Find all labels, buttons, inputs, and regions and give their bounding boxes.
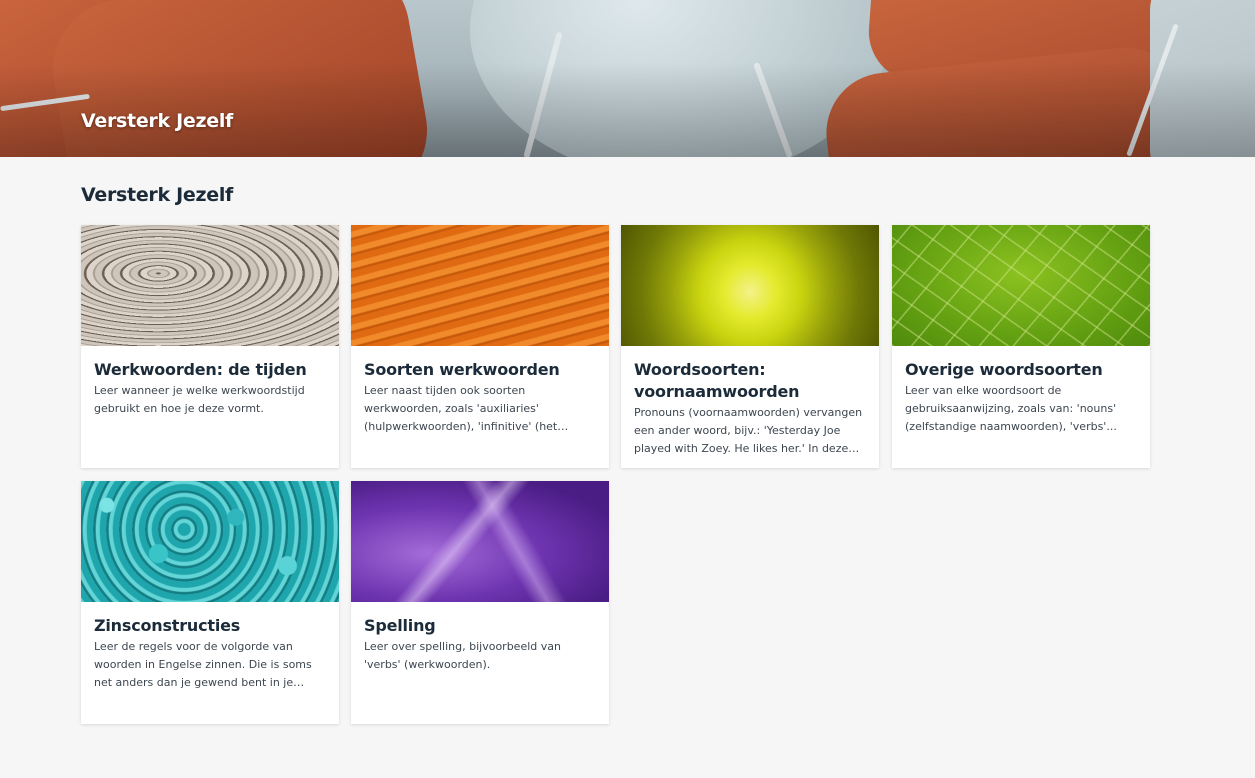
card-image[interactable] [351,225,609,346]
course-card[interactable]: Zinsconstructies Leer de regels voor de … [81,481,339,724]
hero-banner: Versterk Jezelf [0,0,1255,157]
section-title: Versterk Jezelf [81,184,233,206]
card-image[interactable] [892,225,1150,346]
card-description: Leer wanneer je welke werkwoordstijd geb… [94,384,305,415]
card-description: Leer de regels voor de volgorde van woor… [94,640,312,689]
card-description: Leer van elke woordsoort de gebruiksaanw… [905,384,1117,433]
card-description: Leer naast tijden ook soorten werkwoorde… [364,384,558,433]
card-image[interactable] [621,225,879,346]
course-card[interactable]: Soorten werkwoorden Leer naast tijden oo… [351,225,609,468]
card-title[interactable]: Overige woordsoorten [905,359,1137,381]
card-title[interactable]: Spelling [364,615,596,637]
card-title[interactable]: Woordsoorten: voornaamwoorden [634,359,866,403]
hero-title: Versterk Jezelf [81,110,233,132]
card-title[interactable]: Werkwoorden: de tijden [94,359,326,381]
card-image[interactable] [81,225,339,346]
card-image[interactable] [81,481,339,602]
card-description: Leer over spelling, bijvoorbeeld van 've… [364,640,561,671]
course-card[interactable]: Woordsoorten: voornaamwoorden Pronouns (… [621,225,879,468]
card-description: Pronouns (voornaamwoorden) vervangen een… [634,406,863,455]
card-title[interactable]: Soorten werkwoorden [364,359,596,381]
card-image[interactable] [351,481,609,602]
course-card[interactable]: Spelling Leer over spelling, bijvoorbeel… [351,481,609,724]
course-card[interactable]: Werkwoorden: de tijden Leer wanneer je w… [81,225,339,468]
card-title[interactable]: Zinsconstructies [94,615,326,637]
course-card[interactable]: Overige woordsoorten Leer van elke woord… [892,225,1150,468]
